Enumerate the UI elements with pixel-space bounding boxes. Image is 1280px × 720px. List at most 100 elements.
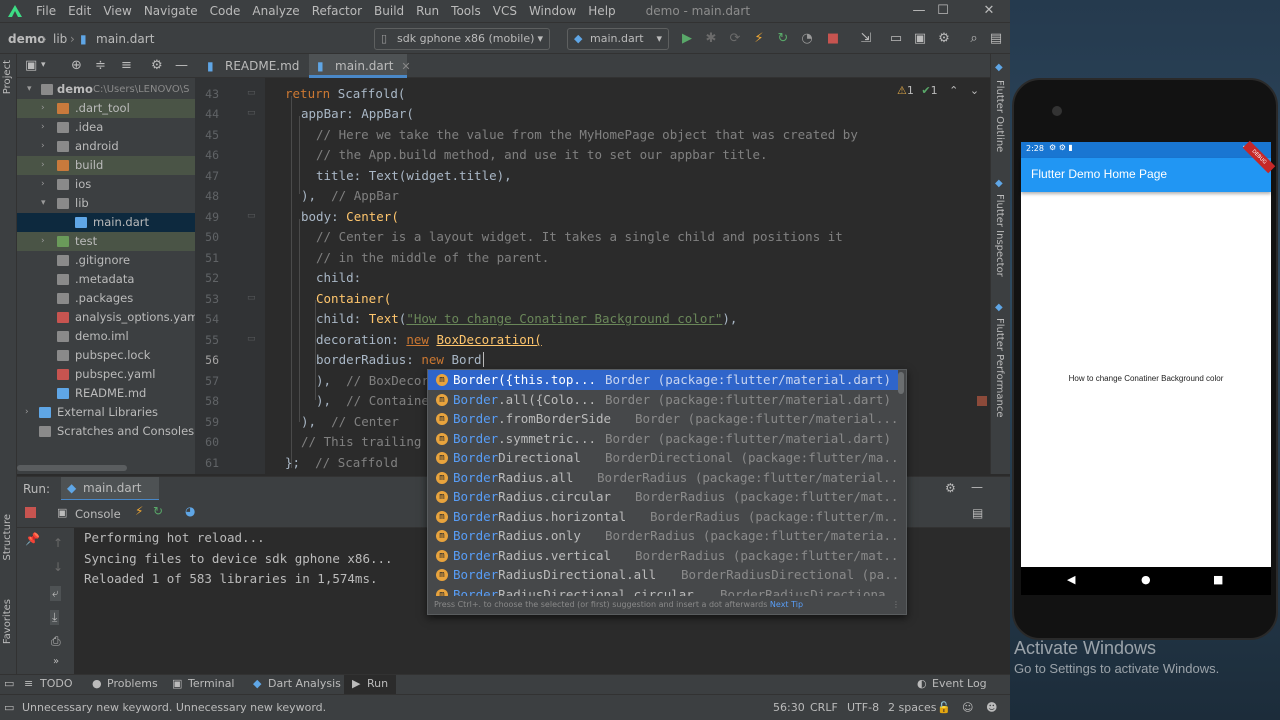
status-message[interactable]: Unnecessary new keyword. Unnecessary new… bbox=[22, 701, 326, 714]
breadcrumb-project[interactable]: demo bbox=[8, 32, 45, 46]
arrow-down-icon[interactable]: ↓ bbox=[53, 560, 63, 574]
run-tab-main-dart[interactable]: ◆ main.dart ✕ bbox=[61, 477, 159, 517]
file-encoding[interactable]: UTF-8 bbox=[847, 701, 879, 714]
locate-icon[interactable]: ⊕ bbox=[71, 58, 82, 73]
menu-file[interactable]: File bbox=[30, 4, 62, 18]
hot-reload-icon[interactable]: ⚡ bbox=[751, 31, 767, 47]
sdk-manager-icon[interactable]: ▭ bbox=[888, 31, 904, 47]
tree-item-gitignore[interactable]: .gitignore bbox=[17, 251, 195, 270]
home-icon[interactable]: ● bbox=[1141, 573, 1151, 586]
hot-restart-icon[interactable]: ↻ bbox=[153, 504, 163, 518]
smiley-icon[interactable]: ☺ bbox=[962, 701, 973, 714]
tree-item-readme[interactable]: README.md bbox=[17, 384, 195, 403]
tree-item-android[interactable]: › android bbox=[17, 137, 195, 156]
hide-icon[interactable]: — bbox=[175, 58, 188, 73]
hide-icon[interactable]: — bbox=[971, 480, 983, 494]
fold-icon[interactable]: ▭ bbox=[247, 108, 256, 118]
more-icon[interactable]: » bbox=[53, 656, 59, 667]
completion-item[interactable]: m BorderRadius.horizontal BorderRadius (pa… bbox=[428, 507, 898, 527]
fold-icon[interactable]: ▭ bbox=[247, 334, 256, 344]
profile-icon[interactable]: ◔ bbox=[799, 31, 815, 47]
hot-reload-icon[interactable]: ⚡ bbox=[135, 504, 143, 518]
terminal-tab[interactable]: Terminal bbox=[188, 677, 235, 690]
panel-view-icon[interactable]: ▣ bbox=[25, 58, 37, 73]
completion-scrollbar[interactable] bbox=[898, 372, 904, 394]
pin-icon[interactable]: 📌 bbox=[25, 532, 40, 546]
breadcrumb-folder[interactable]: lib bbox=[53, 32, 67, 46]
collapse-all-icon[interactable]: ≡ bbox=[121, 58, 132, 73]
print-icon[interactable]: ⎙ bbox=[51, 634, 61, 649]
menu-tools[interactable]: Tools bbox=[445, 4, 487, 18]
tab-main-dart[interactable]: ▮ main.dart ✕ bbox=[309, 54, 411, 78]
fold-icon[interactable]: ▭ bbox=[247, 211, 256, 221]
tab-readme[interactable]: ▮ README.md✕ bbox=[199, 54, 317, 78]
tree-item-ios[interactable]: › ios bbox=[17, 175, 195, 194]
face-icon[interactable]: ☻ bbox=[986, 701, 997, 714]
tree-item-metadata[interactable]: .metadata bbox=[17, 270, 195, 289]
tree-item-pubspec-yaml[interactable]: pubspec.yaml bbox=[17, 365, 195, 384]
menu-vcs[interactable]: VCS bbox=[487, 4, 523, 18]
device-selector[interactable]: ▯ sdk gphone x86 (mobile) ▾ bbox=[374, 28, 550, 50]
flutter-outline-tab[interactable]: Flutter Outline bbox=[994, 80, 1005, 152]
run-icon[interactable]: ▶ bbox=[679, 31, 695, 47]
tree-item-demo-iml[interactable]: demo.iml bbox=[17, 327, 195, 346]
menu-navigate[interactable]: Navigate bbox=[138, 4, 204, 18]
tree-item-pubspec-lock[interactable]: pubspec.lock bbox=[17, 346, 195, 365]
menu-analyze[interactable]: Analyze bbox=[246, 4, 305, 18]
tree-item-analysis-options[interactable]: analysis_options.yaml bbox=[17, 308, 195, 327]
scroll-to-end-icon[interactable]: ⤓ bbox=[50, 610, 60, 625]
flutter-inspector-tab[interactable]: Flutter Inspector bbox=[994, 194, 1005, 277]
completion-item[interactable]: m BorderRadius.circular BorderRadius (pack… bbox=[428, 487, 898, 507]
breadcrumb-file[interactable]: main.dart bbox=[96, 32, 154, 46]
caret-position[interactable]: 56:30 bbox=[773, 701, 805, 714]
tree-item-main-dart[interactable]: main.dart bbox=[17, 213, 195, 232]
fold-icon[interactable]: ▭ bbox=[247, 88, 256, 98]
close-icon[interactable]: ✕ bbox=[401, 60, 410, 73]
line-separator[interactable]: CRLF bbox=[810, 701, 838, 714]
completion-item[interactable]: m BorderRadiusDirectional.all BorderRadius… bbox=[428, 565, 898, 585]
project-tool-tab[interactable]: Project bbox=[2, 60, 13, 94]
error-stripe-mark[interactable] bbox=[977, 396, 987, 406]
tree-item-external-libraries[interactable]: › External Libraries bbox=[17, 403, 195, 422]
soft-wrap-icon[interactable]: ⤶ bbox=[50, 586, 61, 601]
completion-item[interactable]: m BorderDirectional BorderDirectional (pac… bbox=[428, 448, 898, 468]
inspection-widget[interactable]: ⚠1 ✔1 ⌃ ⌄ bbox=[897, 84, 979, 97]
tree-item-test[interactable]: › test bbox=[17, 232, 195, 251]
layout-icon[interactable]: ▤ bbox=[972, 506, 983, 520]
tree-item-lib[interactable]: ▾ lib bbox=[17, 194, 195, 213]
more-vertical-icon[interactable]: ⋮ bbox=[892, 596, 900, 614]
debug-icon[interactable]: ✱ bbox=[703, 31, 719, 47]
dart-analysis-tab[interactable]: Dart Analysis bbox=[268, 677, 341, 690]
gear-icon[interactable]: ⚙ bbox=[151, 58, 163, 73]
run-tab-active[interactable]: ▶ Run bbox=[344, 675, 396, 694]
device-manager-icon[interactable]: ▣ bbox=[912, 31, 928, 47]
flutter-performance-tab[interactable]: Flutter Performance bbox=[994, 318, 1005, 418]
settings-icon[interactable]: ⚙ bbox=[936, 31, 952, 47]
console-tab[interactable]: Console bbox=[75, 507, 121, 521]
next-tip-link[interactable]: Next Tip bbox=[770, 600, 803, 609]
completion-item[interactable]: m BorderRadius.vertical BorderRadius (pack… bbox=[428, 546, 898, 566]
back-icon[interactable]: ◀ bbox=[1067, 573, 1075, 586]
problems-tab[interactable]: Problems bbox=[107, 677, 158, 690]
event-log-tab[interactable]: Event Log bbox=[932, 677, 987, 690]
emulator-screen[interactable] bbox=[1021, 142, 1271, 567]
favorites-tool-tab[interactable]: Favorites bbox=[2, 599, 13, 644]
tree-item-dart-tool[interactable]: › .dart_tool bbox=[17, 99, 195, 118]
tree-item-build[interactable]: › build bbox=[17, 156, 195, 175]
lock-icon[interactable]: 🔓 bbox=[937, 701, 951, 714]
expand-all-icon[interactable]: ≑ bbox=[95, 58, 106, 73]
code-completion-popup[interactable]: m Border({this.top... Border (package:flut… bbox=[427, 369, 907, 615]
completion-item[interactable]: m Border.all({Colo... Border (package:flut… bbox=[428, 390, 898, 410]
devtools-icon[interactable]: ◕ bbox=[185, 504, 195, 518]
attach-icon[interactable]: ⟳ bbox=[727, 31, 743, 47]
fold-icon[interactable]: ▭ bbox=[247, 293, 256, 303]
panel-toggle-icon[interactable]: ▭ bbox=[4, 701, 14, 714]
chevron-up-icon[interactable]: ⌃ bbox=[949, 84, 958, 97]
chevron-down-icon[interactable]: ▾ bbox=[41, 60, 46, 70]
tree-item-packages[interactable]: .packages bbox=[17, 289, 195, 308]
indent-setting[interactable]: 2 spaces bbox=[888, 701, 937, 714]
menu-edit[interactable]: Edit bbox=[62, 4, 97, 18]
menu-view[interactable]: View bbox=[97, 4, 137, 18]
menu-help[interactable]: Help bbox=[582, 4, 621, 18]
stop-icon[interactable]: ■ bbox=[825, 31, 841, 47]
